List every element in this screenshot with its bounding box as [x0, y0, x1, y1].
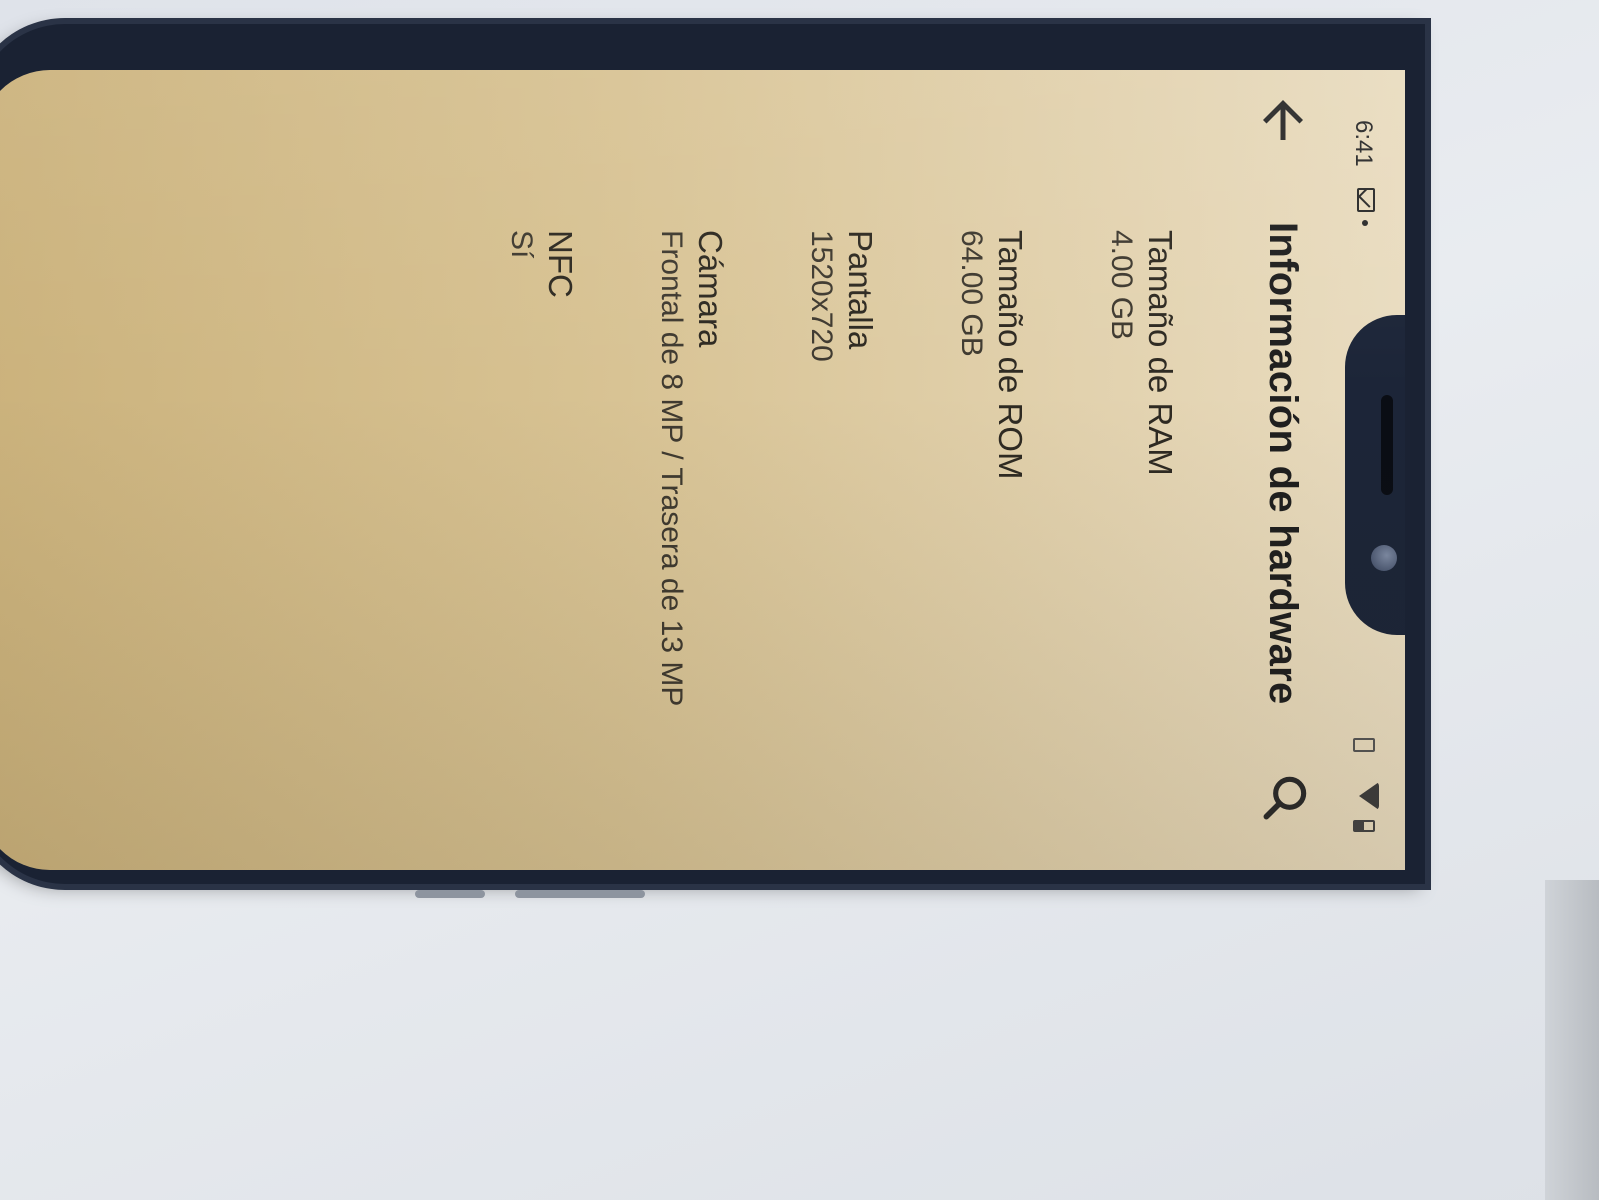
- arrow-back-icon: [1263, 100, 1303, 140]
- status-bar: 6:41: [1335, 70, 1405, 870]
- volume-button: [515, 890, 645, 898]
- nfc-value: Sí: [505, 230, 539, 259]
- power-button: [415, 890, 485, 898]
- nfc-label: NFC: [542, 230, 579, 298]
- gmail-icon: [1357, 188, 1375, 212]
- display-label: Pantalla: [842, 230, 879, 350]
- front-camera-lens: [1371, 545, 1397, 571]
- notification-dot-icon: [1362, 220, 1368, 226]
- phone-screen: 6:41 Información de hardware Tamaño de R…: [0, 70, 1405, 870]
- list-item-camera: Cámara Frontal de 8 MP / Trasera de 13 M…: [653, 230, 730, 870]
- app-toolbar: Información de hardware: [1225, 70, 1335, 870]
- status-time: 6:41: [1350, 120, 1377, 167]
- battery-icon: [1353, 820, 1375, 832]
- page-title: Información de hardware: [1261, 222, 1305, 705]
- camera-label: Cámara: [692, 230, 729, 348]
- list-item-nfc: NFC Sí: [503, 230, 580, 870]
- list-item-rom: Tamaño de ROM 64.00 GB: [953, 230, 1030, 870]
- rom-label: Tamaño de ROM: [992, 230, 1029, 480]
- rom-value: 64.00 GB: [955, 230, 989, 357]
- ram-value: 4.00 GB: [1105, 230, 1139, 341]
- earpiece-speaker: [1381, 395, 1393, 495]
- wifi-icon: [1359, 782, 1379, 810]
- display-notch: [1345, 315, 1405, 635]
- list-item-ram: Tamaño de RAM 4.00 GB: [1103, 230, 1180, 870]
- back-button[interactable]: [1253, 90, 1313, 150]
- vibrate-icon: [1353, 738, 1375, 752]
- search-button[interactable]: [1257, 770, 1313, 826]
- display-value: 1520x720: [805, 230, 839, 362]
- list-item-display: Pantalla 1520x720: [803, 230, 880, 870]
- table-edge: [1545, 880, 1599, 1200]
- search-icon: [1263, 776, 1307, 820]
- camera-value: Frontal de 8 MP / Trasera de 13 MP: [655, 230, 689, 707]
- ram-label: Tamaño de RAM: [1142, 230, 1179, 476]
